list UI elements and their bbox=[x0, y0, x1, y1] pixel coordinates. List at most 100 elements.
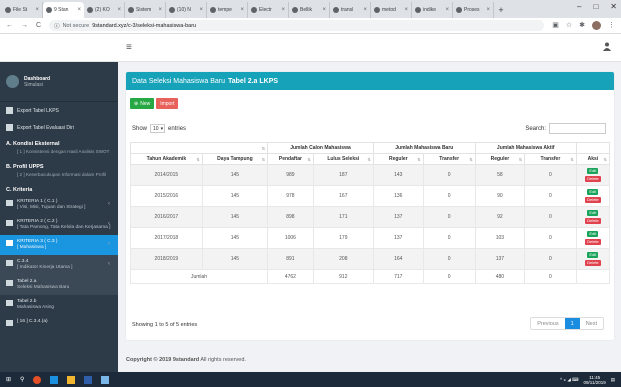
edit-button[interactable]: Edit bbox=[587, 210, 599, 216]
close-tab-icon[interactable]: × bbox=[486, 7, 490, 13]
browser-tab[interactable]: (2) KO × bbox=[84, 2, 125, 18]
pagination-page-1[interactable]: 1 bbox=[564, 318, 580, 329]
column-header[interactable]: Reguler ⇅ bbox=[372, 153, 424, 165]
delete-button[interactable]: Delete bbox=[585, 239, 601, 245]
close-tab-icon[interactable]: × bbox=[322, 7, 326, 13]
forward-icon[interactable]: → bbox=[21, 22, 28, 29]
sidebar-item-export-lkps[interactable]: Export Tabel LKPS bbox=[0, 102, 118, 119]
browser-tab[interactable]: Bellik × bbox=[289, 2, 330, 18]
hamburger-icon[interactable]: ≡ bbox=[126, 42, 132, 53]
close-tab-icon[interactable]: × bbox=[117, 7, 121, 13]
data-table: ⇅ Jumlah Calon Mahasiswa Jumlah Mahasisw… bbox=[129, 142, 611, 284]
delete-button[interactable]: Delete bbox=[585, 218, 601, 224]
delete-button[interactable]: Delete bbox=[585, 197, 601, 203]
browser-app-icon[interactable] bbox=[33, 375, 42, 384]
more-menu-icon[interactable]: ⋮ bbox=[608, 21, 615, 30]
close-tab-icon[interactable]: × bbox=[240, 7, 244, 13]
import-button[interactable]: Import bbox=[156, 98, 179, 109]
windows-start-icon[interactable]: ⊞ bbox=[6, 376, 11, 383]
browser-tab[interactable]: File St × bbox=[2, 2, 43, 18]
pagination-next[interactable]: Next bbox=[580, 318, 603, 329]
close-tab-icon[interactable]: × bbox=[445, 7, 449, 13]
search-input[interactable] bbox=[549, 123, 606, 134]
minimize-button[interactable]: – bbox=[577, 2, 581, 11]
sidebar-item-kriteria[interactable]: C.3.4[ Indikator Kinerja Utama ] ‹ bbox=[0, 255, 118, 275]
close-tab-icon[interactable]: × bbox=[199, 7, 203, 13]
app-icon[interactable] bbox=[101, 375, 110, 384]
search-icon[interactable]: ⚲ bbox=[20, 376, 24, 383]
pagination-previous[interactable]: Previous bbox=[531, 318, 564, 329]
sidebar-item-kondisi[interactable]: [ 1 ] Konsistensi dengan Hasil Analisis … bbox=[0, 149, 118, 159]
browser-tab[interactable]: Proses × bbox=[453, 2, 494, 18]
page-length-select[interactable]: 10 ▾ bbox=[150, 124, 166, 133]
reload-icon[interactable]: C bbox=[36, 22, 41, 29]
sort-icon[interactable]: ⇅ bbox=[262, 146, 265, 151]
sidebar-item-profil[interactable]: [ 2 ] Keserbacukupan Informasi dalam Pro… bbox=[0, 172, 118, 182]
star-icon[interactable]: ☆ bbox=[566, 21, 572, 30]
edit-button[interactable]: Edit bbox=[587, 168, 599, 174]
close-tab-icon[interactable]: × bbox=[363, 7, 367, 13]
close-tab-icon[interactable]: × bbox=[281, 7, 285, 13]
word-icon[interactable] bbox=[84, 375, 93, 384]
browser-tab[interactable]: 9 Stan × bbox=[43, 2, 84, 18]
delete-button[interactable]: Delete bbox=[585, 260, 601, 266]
footer-cell: 480 bbox=[474, 269, 526, 284]
close-tab-icon[interactable]: × bbox=[158, 7, 162, 13]
close-tab-icon[interactable]: × bbox=[77, 7, 81, 13]
browser-tab[interactable]: transl × bbox=[330, 2, 371, 18]
column-header[interactable]: Lulus Seleksi ⇅ bbox=[312, 153, 374, 165]
sidebar-item-kriteria[interactable]: KRITERIA 1 ( C.1 )[ Visi, Misi, Tujuan d… bbox=[0, 195, 118, 215]
puzzle-icon[interactable]: ✱ bbox=[579, 21, 585, 30]
column-header[interactable]: Daya Tampung ⇅ bbox=[201, 153, 269, 165]
delete-button[interactable]: Delete bbox=[585, 176, 601, 182]
tray-icons[interactable]: ^ ◒ ◢ ⌨ bbox=[560, 377, 579, 382]
column-header[interactable]: Pendaftar ⇅ bbox=[267, 153, 314, 165]
column-header[interactable]: Tahun Akademik ⇅ bbox=[130, 153, 203, 165]
browser-tab[interactable]: Sistem × bbox=[125, 2, 166, 18]
sidebar-user-panel[interactable]: Dashboard Simulasi bbox=[0, 62, 118, 102]
browser-tab[interactable]: tempe × bbox=[207, 2, 248, 18]
action-cell: Edit Delete bbox=[575, 206, 611, 228]
new-tab-button[interactable]: + bbox=[494, 2, 508, 18]
sidebar-item-kriteria[interactable]: KRITERIA 3 ( C.3 )[ Mahasiswa ] ‹ bbox=[0, 235, 118, 255]
browser-tab[interactable]: Electr × bbox=[248, 2, 289, 18]
column-header[interactable]: Transfer ⇅ bbox=[524, 153, 577, 165]
back-icon[interactable]: ← bbox=[6, 22, 13, 29]
sidebar-item-kriteria[interactable]: KRITERIA 2 ( C.2 )[ Tata Pamong, Tata Ke… bbox=[0, 215, 118, 235]
clock[interactable]: 11:45 09/11/2019 bbox=[584, 375, 606, 385]
url-bar[interactable]: ⓘ Not secure 9standard.xyz/c-3/seleksi-m… bbox=[49, 20, 545, 31]
close-tab-icon[interactable]: × bbox=[404, 7, 408, 13]
sidebar-item-kriteria[interactable]: Tabel 2.b Mahasiswa Asing bbox=[0, 295, 118, 315]
sidebar-item-export-evaluasi[interactable]: Export Tabel Evaluasi Diri bbox=[0, 119, 118, 136]
column-header[interactable]: Transfer ⇅ bbox=[422, 153, 476, 165]
new-button-label: New bbox=[140, 100, 151, 107]
panel-title-table: Tabel 2.a LKPS bbox=[228, 77, 279, 85]
edit-button[interactable]: Edit bbox=[587, 252, 599, 258]
extension-icon[interactable]: ▣ bbox=[552, 21, 559, 30]
close-tab-icon[interactable]: × bbox=[35, 7, 39, 13]
browser-tab[interactable]: indike × bbox=[412, 2, 453, 18]
sort-icon: ⇅ bbox=[570, 157, 574, 162]
app-icon[interactable] bbox=[50, 375, 59, 384]
column-header[interactable]: Aksi ⇅ bbox=[575, 153, 611, 165]
column-header[interactable]: Reguler ⇅ bbox=[474, 153, 526, 165]
table-cell: 187 bbox=[312, 164, 374, 186]
edit-button[interactable]: Edit bbox=[587, 189, 599, 195]
tab-title: Sistem bbox=[136, 7, 152, 13]
user-icon[interactable] bbox=[603, 42, 611, 54]
sidebar-item-kriteria[interactable]: [ 16 ] C.3.4.(a) bbox=[0, 315, 118, 330]
footer-cell: 0 bbox=[524, 269, 577, 284]
sort-icon: ⇅ bbox=[196, 157, 200, 162]
folder-icon[interactable] bbox=[67, 375, 76, 384]
browser-tab[interactable]: (10) N × bbox=[166, 2, 207, 18]
sidebar-item-kriteria[interactable]: Tabel 2.a Seleksi Mahasiswa Baru bbox=[0, 275, 118, 295]
maximize-button[interactable]: □ bbox=[593, 2, 598, 11]
footer-cell: 4762 bbox=[267, 269, 314, 284]
new-button[interactable]: ⊕ New bbox=[130, 98, 155, 109]
notification-icon[interactable]: ▤ bbox=[611, 377, 615, 382]
edit-button[interactable]: Edit bbox=[587, 231, 599, 237]
browser-tab[interactable]: metod × bbox=[371, 2, 412, 18]
close-window-button[interactable]: ✕ bbox=[610, 2, 617, 11]
sort-icon: ⇅ bbox=[603, 157, 607, 162]
profile-avatar[interactable] bbox=[592, 21, 601, 30]
